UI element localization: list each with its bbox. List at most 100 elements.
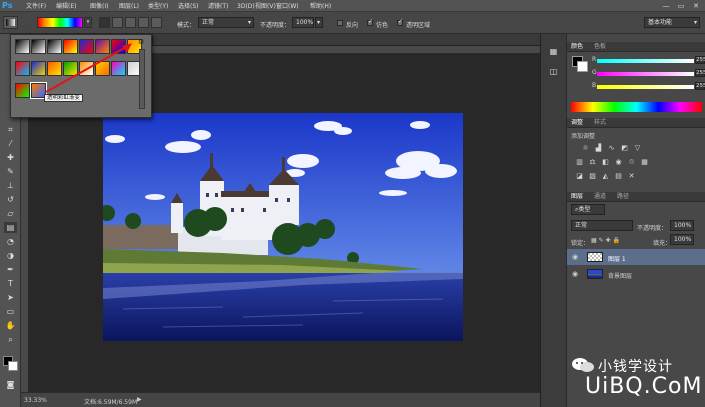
gradient-swatch[interactable] bbox=[15, 83, 30, 98]
healing-brush-tool-icon[interactable]: ✚ bbox=[4, 152, 17, 163]
tab-color[interactable]: 颜色 bbox=[571, 43, 583, 51]
blur-tool-icon[interactable]: ◔ bbox=[4, 236, 17, 247]
opacity-input[interactable]: 100% bbox=[292, 17, 314, 28]
gradient-swatch[interactable] bbox=[15, 39, 30, 54]
history-brush-tool-icon[interactable]: ↺ bbox=[4, 194, 17, 205]
tab-paths[interactable]: 路径 bbox=[617, 193, 629, 201]
color-spectrum-bar[interactable] bbox=[571, 102, 702, 112]
reverse-checkbox[interactable] bbox=[337, 20, 343, 26]
dither-checkbox[interactable] bbox=[367, 18, 373, 26]
eyedropper-tool-icon[interactable]: ⁄ bbox=[4, 138, 17, 149]
gradient-preview-button[interactable] bbox=[37, 17, 83, 28]
r-value[interactable]: 255 bbox=[695, 56, 705, 64]
menu-edit[interactable]: 编辑(E) bbox=[56, 2, 76, 11]
hue-saturation-icon[interactable]: ▥ bbox=[575, 158, 584, 166]
tab-styles[interactable]: 样式 bbox=[594, 119, 606, 127]
gradient-swatch[interactable] bbox=[15, 61, 30, 76]
gradient-tool-icon[interactable]: ▤ bbox=[4, 222, 17, 233]
curves-icon[interactable]: ∿ bbox=[607, 144, 616, 152]
exposure-icon[interactable]: ◩ bbox=[620, 144, 629, 152]
menu-layer[interactable]: 图层(L) bbox=[119, 2, 139, 11]
channel-mixer-icon[interactable]: ♲ bbox=[627, 158, 636, 166]
tab-layers[interactable]: 图层 bbox=[571, 193, 583, 201]
layer-filter-select[interactable]: ⌕类型 bbox=[571, 204, 605, 215]
menu-3d[interactable]: 3D(D) bbox=[237, 2, 255, 11]
brush-tool-icon[interactable]: ✎ bbox=[4, 166, 17, 177]
layer-row-1[interactable]: ◉ 图层 1 bbox=[567, 249, 705, 265]
linear-gradient-button[interactable] bbox=[99, 17, 110, 28]
menu-select[interactable]: 选择(S) bbox=[178, 2, 199, 11]
mode-label: 模式： bbox=[177, 22, 196, 29]
crop-tool-icon[interactable]: ⌗ bbox=[4, 124, 17, 135]
hand-tool-icon[interactable]: ✋ bbox=[4, 320, 17, 331]
menu-filter[interactable]: 滤镜(T) bbox=[208, 2, 228, 11]
photo-filter-icon[interactable]: ◉ bbox=[614, 158, 623, 166]
angle-gradient-button[interactable] bbox=[125, 17, 136, 28]
brightness-icon[interactable]: ☼ bbox=[581, 144, 590, 152]
type-tool-icon[interactable]: T bbox=[4, 278, 17, 289]
color-balance-icon[interactable]: ⚖ bbox=[588, 158, 597, 166]
opacity-dropdown-arrow-icon[interactable]: ▾ bbox=[315, 17, 323, 28]
color-bg-swatch[interactable] bbox=[577, 61, 588, 72]
layer-name[interactable]: 背景图层 bbox=[608, 271, 632, 280]
workspace-select[interactable]: 基本功能 ▾ bbox=[644, 17, 700, 28]
layer-blend-value: 正常 bbox=[575, 222, 588, 229]
invert-icon[interactable]: ◪ bbox=[575, 172, 584, 180]
levels-icon[interactable]: ▟ bbox=[594, 144, 603, 152]
tab-channels[interactable]: 通道 bbox=[594, 193, 606, 201]
menu-help[interactable]: 帮助(H) bbox=[310, 2, 331, 11]
menu-image[interactable]: 图像(I) bbox=[90, 2, 108, 11]
gradient-map-icon[interactable]: ▤ bbox=[614, 172, 623, 180]
restore-icon[interactable]: ▭ bbox=[675, 1, 687, 11]
r-slider[interactable] bbox=[597, 59, 694, 63]
properties-panel-icon[interactable]: ◫ bbox=[547, 66, 560, 77]
path-select-tool-icon[interactable]: ➤ bbox=[4, 292, 17, 303]
dodge-tool-icon[interactable]: ◑ bbox=[4, 250, 17, 261]
castle-photo[interactable] bbox=[103, 113, 463, 341]
menu-file[interactable]: 文件(F) bbox=[26, 2, 46, 11]
fill-input[interactable]: 100% bbox=[670, 234, 694, 245]
threshold-icon[interactable]: ◭ bbox=[601, 172, 610, 180]
vibrance-icon[interactable]: ▽ bbox=[633, 144, 642, 152]
g-value[interactable]: 255 bbox=[695, 69, 705, 77]
background-color-swatch[interactable] bbox=[8, 361, 18, 371]
eye-icon[interactable]: ◉ bbox=[572, 253, 578, 261]
zoom-level[interactable]: 33.33% bbox=[24, 397, 47, 404]
black-white-icon[interactable]: ◧ bbox=[601, 158, 610, 166]
transparency-checkbox[interactable] bbox=[397, 18, 403, 26]
diamond-gradient-button[interactable] bbox=[151, 17, 162, 28]
tab-swatches[interactable]: 色板 bbox=[594, 43, 606, 51]
color-lookup-icon[interactable]: ▦ bbox=[640, 158, 649, 166]
selective-color-icon[interactable]: ✕ bbox=[627, 172, 636, 180]
gradient-tool-preset-button[interactable] bbox=[3, 16, 18, 29]
gradient-dropdown-arrow-icon[interactable]: ▾ bbox=[84, 17, 92, 28]
menu-type[interactable]: 类型(Y) bbox=[148, 2, 168, 11]
shape-tool-icon[interactable]: ▭ bbox=[4, 306, 17, 317]
zoom-tool-icon[interactable]: ⌕ bbox=[4, 334, 17, 345]
layer-name[interactable]: 图层 1 bbox=[608, 254, 626, 263]
eye-icon[interactable]: ◉ bbox=[572, 270, 578, 278]
eraser-tool-icon[interactable]: ▱ bbox=[4, 208, 17, 219]
stamp-tool-icon[interactable]: ⊥ bbox=[4, 180, 17, 191]
close-icon[interactable]: ✕ bbox=[690, 1, 702, 11]
tab-adjustments[interactable]: 调整 bbox=[571, 119, 583, 127]
layer-opacity-input[interactable]: 100% bbox=[670, 220, 694, 231]
reflected-gradient-button[interactable] bbox=[138, 17, 149, 28]
quick-mask-icon[interactable]: ◙ bbox=[4, 379, 17, 390]
r-slider-label: R bbox=[592, 56, 597, 63]
b-value[interactable]: 255 bbox=[695, 82, 705, 90]
menu-window[interactable]: 窗口(W) bbox=[276, 2, 299, 11]
history-panel-icon[interactable]: ▦ bbox=[547, 46, 560, 57]
menu-view[interactable]: 视图(V) bbox=[255, 2, 276, 11]
b-slider[interactable] bbox=[597, 85, 694, 89]
radial-gradient-button[interactable] bbox=[112, 17, 123, 28]
minimize-icon[interactable]: — bbox=[660, 1, 672, 11]
layer-blend-select[interactable]: 正常 bbox=[571, 220, 633, 231]
g-slider[interactable] bbox=[597, 72, 694, 76]
posterize-icon[interactable]: ▨ bbox=[588, 172, 597, 180]
layer-row-2[interactable]: ◉ 背景图层 bbox=[567, 266, 705, 282]
lock-icons[interactable]: ▦ ✎ ✚ 🔒 bbox=[591, 237, 620, 244]
status-menu-arrow-icon[interactable]: ▶ bbox=[137, 396, 142, 403]
pen-tool-icon[interactable]: ✒ bbox=[4, 264, 17, 275]
mode-select[interactable]: 正常 ▾ bbox=[198, 17, 254, 28]
